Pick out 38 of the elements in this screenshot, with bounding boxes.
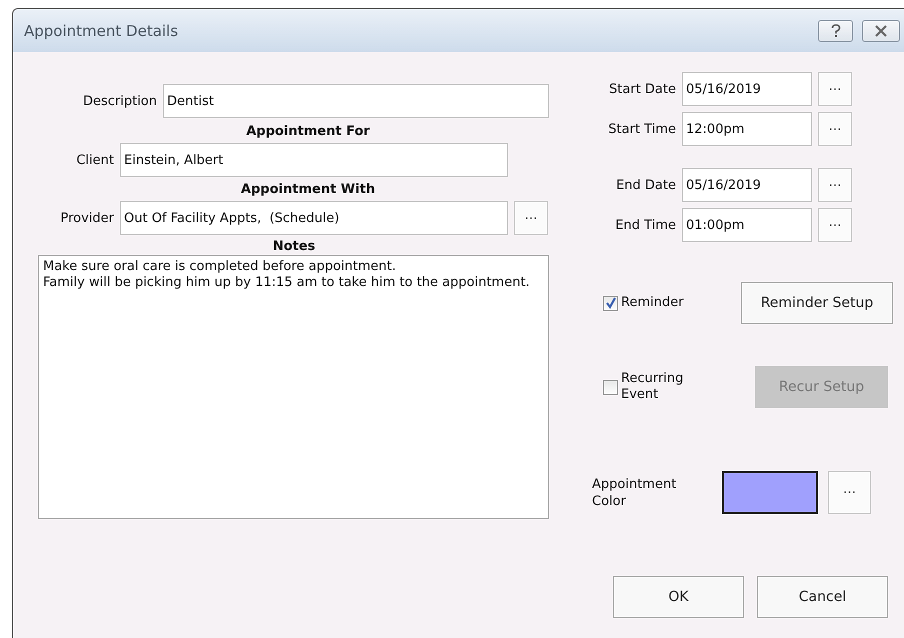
input-field[interactable]: 12:00pm (682, 112, 812, 146)
browse-button[interactable]: … (818, 168, 852, 202)
ok-button[interactable]: OK (613, 576, 744, 618)
help-icon (830, 24, 842, 38)
section-heading: Appointment With (240, 182, 376, 197)
window-title: Appointment Details (23, 22, 180, 40)
checkbox[interactable] (603, 296, 618, 310)
section-heading: Appointment For (245, 124, 371, 139)
input-field[interactable]: Einstein, Albert (120, 143, 508, 177)
field-label: End Time (614, 218, 677, 232)
field-label: Description (82, 94, 158, 108)
browse-button[interactable]: … (818, 208, 852, 242)
help-button[interactable] (818, 20, 853, 42)
section-heading: Notes (272, 239, 316, 254)
input-field[interactable]: 05/16/2019 (682, 168, 812, 202)
field-label: Start Time (607, 122, 677, 136)
field-label: Client (75, 152, 115, 168)
checkbox[interactable] (603, 380, 618, 394)
field-label: Start Date (608, 82, 677, 96)
browse-button[interactable]: … (818, 72, 852, 106)
cancel-button[interactable]: Cancel (757, 576, 888, 618)
checkbox-label: Recurring Event (620, 371, 684, 403)
color-swatch[interactable] (722, 471, 818, 514)
field-label: End Date (615, 178, 677, 192)
browse-button[interactable]: … (514, 201, 548, 235)
input-field[interactable]: 01:00pm (682, 208, 812, 242)
checkbox-label: Reminder (620, 295, 685, 311)
setup-button[interactable]: Reminder Setup (741, 282, 893, 324)
close-icon (874, 24, 888, 36)
input-field[interactable]: 05/16/2019 (682, 72, 812, 106)
input-field[interactable]: Out Of Facility Appts, (Schedule) (120, 201, 508, 235)
close-button[interactable] (862, 20, 900, 42)
field-label: Provider (59, 210, 115, 226)
browse-button[interactable]: … (818, 112, 852, 146)
field-label: Appointment Color (592, 476, 678, 510)
input-field[interactable]: Dentist (163, 84, 549, 118)
notes-field[interactable]: Make sure oral care is completed before appointment. Family will be picking him up by 11:15 am to take him to the appointment. (38, 255, 549, 519)
browse-button[interactable]: … (828, 471, 871, 514)
